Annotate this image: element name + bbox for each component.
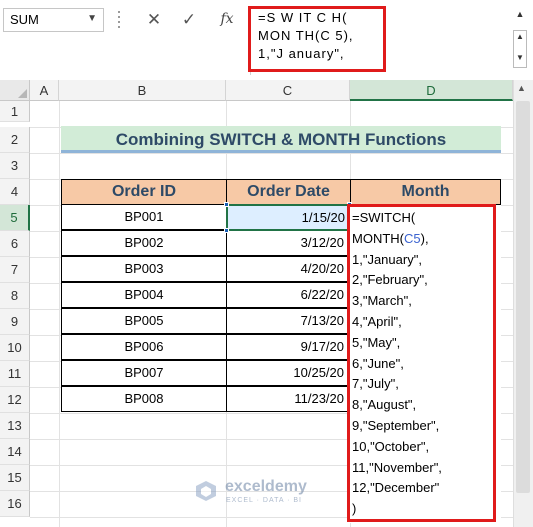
cell-order-id[interactable]: BP005 — [61, 308, 227, 334]
cell-order-date[interactable]: 3/12/20 — [226, 230, 351, 256]
header-order-id: Order ID — [61, 179, 227, 205]
select-all-triangle-icon — [18, 89, 27, 98]
row-header-14[interactable]: 14 — [0, 439, 30, 465]
referenced-cell-value: 1/15/20 — [301, 210, 345, 225]
gridline — [30, 153, 513, 154]
cell-order-date[interactable]: 6/22/20 — [226, 282, 351, 308]
chevron-down-icon[interactable]: ▼ — [87, 13, 97, 24]
name-box[interactable]: SUM ▼ — [3, 8, 104, 32]
row-header-12[interactable]: 12 — [0, 387, 30, 413]
cell-order-date[interactable]: 11/23/20 — [226, 386, 351, 412]
row-header-4[interactable]: 4 — [0, 179, 30, 205]
cell-order-date[interactable]: 10/25/20 — [226, 360, 351, 386]
select-all-corner[interactable] — [0, 80, 30, 101]
cell-order-id[interactable]: BP002 — [61, 230, 227, 256]
watermark-name: exceldemy — [225, 478, 307, 495]
sheet-title: Combining SWITCH & MONTH Functions — [61, 126, 501, 153]
cell-order-id[interactable]: BP006 — [61, 334, 227, 360]
insert-function-button[interactable]: fx — [214, 8, 240, 30]
row-header-6[interactable]: 6 — [0, 231, 30, 257]
row-header-15[interactable]: 15 — [0, 465, 30, 491]
column-header-c[interactable]: C — [226, 80, 350, 101]
scrollbar-thumb[interactable] — [516, 101, 530, 493]
scroll-down-icon[interactable]: ▼ — [516, 53, 524, 62]
row-header-2[interactable]: 2 — [0, 127, 30, 153]
cell-order-id[interactable]: BP004 — [61, 282, 227, 308]
cell-order-id[interactable]: BP003 — [61, 256, 227, 282]
cancel-icon[interactable]: ✕ — [143, 9, 165, 31]
scroll-up-icon[interactable]: ▲ — [516, 32, 524, 41]
row-header-11[interactable]: 11 — [0, 361, 30, 387]
row-header-10[interactable]: 10 — [0, 335, 30, 361]
row-header-7[interactable]: 7 — [0, 257, 30, 283]
cell-highlight-box — [347, 204, 496, 522]
column-header-b[interactable]: B — [59, 80, 226, 101]
reference-handle[interactable] — [224, 228, 229, 233]
gridline — [59, 101, 60, 527]
row-header-13[interactable]: 13 — [0, 413, 30, 439]
row-header-9[interactable]: 9 — [0, 309, 30, 335]
row-header-8[interactable]: 8 — [0, 283, 30, 309]
cell-order-date[interactable]: 9/17/20 — [226, 334, 351, 360]
watermark-tagline: EXCEL · DATA · BI — [226, 497, 302, 504]
row-header-3[interactable]: 3 — [0, 153, 30, 179]
formula-bar-scroller[interactable]: ▲ ▼ — [513, 30, 527, 68]
enter-check-icon[interactable]: ✓ — [178, 9, 200, 31]
column-header-a[interactable]: A — [30, 80, 59, 101]
formula-highlight-box — [248, 6, 386, 72]
watermark: exceldemy EXCEL · DATA · BI — [195, 478, 355, 508]
name-box-value: SUM — [10, 12, 39, 27]
row-header-5[interactable]: 5 — [0, 205, 30, 231]
row-header-1[interactable]: 1 — [0, 101, 30, 122]
scroll-up-icon[interactable]: ▲ — [517, 83, 526, 93]
reference-handle[interactable] — [224, 202, 229, 207]
chevron-up-icon[interactable]: ▲ — [513, 9, 527, 23]
cell-order-id[interactable]: BP001 — [61, 204, 227, 230]
cell-order-id[interactable]: BP008 — [61, 386, 227, 412]
exceldemy-logo-icon — [196, 481, 216, 501]
cell-order-date[interactable]: 7/13/20 — [226, 308, 351, 334]
header-month: Month — [350, 179, 501, 205]
row-header-16[interactable]: 16 — [0, 491, 30, 517]
column-header-d[interactable]: D — [350, 80, 513, 101]
grip-dots-icon — [117, 11, 121, 31]
cell-order-date[interactable]: 4/20/20 — [226, 256, 351, 282]
header-order-date: Order Date — [226, 179, 351, 205]
cell-order-id[interactable]: BP007 — [61, 360, 227, 386]
